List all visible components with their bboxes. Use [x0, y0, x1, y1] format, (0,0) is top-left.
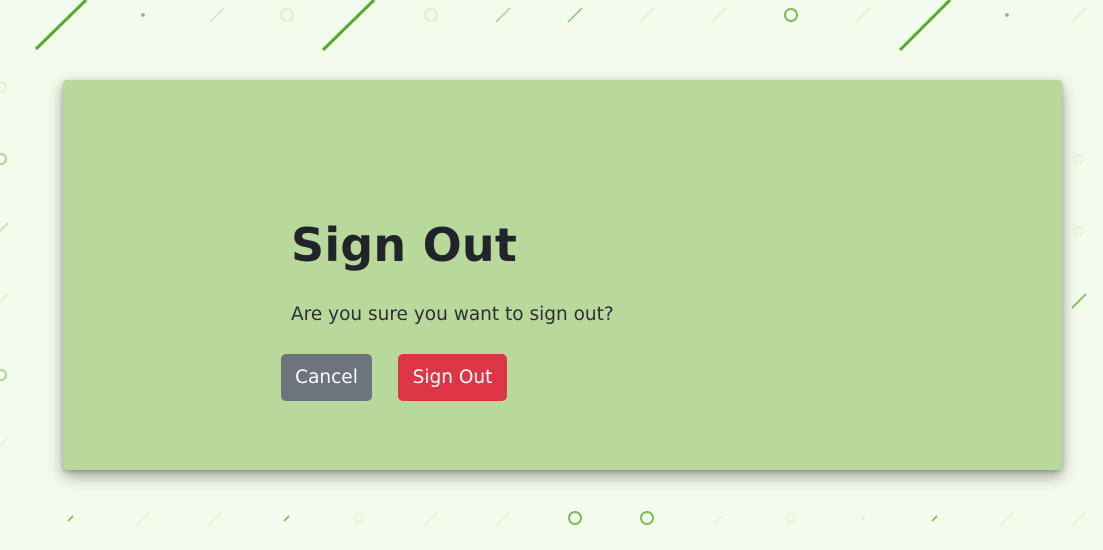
decor-dot — [861, 516, 865, 520]
decor-line — [135, 511, 151, 527]
decor-circle — [786, 513, 796, 523]
decor-line — [713, 515, 723, 525]
decor-line — [1071, 293, 1087, 309]
decor-line — [67, 515, 74, 522]
sign-out-button[interactable]: Sign Out — [398, 354, 507, 401]
decor-circle — [784, 8, 798, 22]
decor-line — [34, 0, 88, 51]
decor-circle — [1074, 226, 1084, 236]
decor-circle — [568, 511, 582, 525]
decor-dot — [141, 13, 145, 17]
cancel-button[interactable]: Cancel — [281, 354, 372, 401]
decor-circle — [424, 8, 438, 22]
decor-line — [711, 7, 727, 23]
decor-circle — [354, 513, 364, 523]
decor-circle — [0, 369, 7, 381]
decor-dot — [1005, 13, 1009, 17]
decor-circle — [1074, 154, 1084, 164]
decor-line — [495, 511, 511, 527]
decor-line — [0, 293, 9, 304]
dialog-message: Are you sure you want to sign out? — [291, 304, 614, 325]
decor-line — [855, 7, 871, 23]
decor-line — [1071, 511, 1087, 527]
dialog-title: Sign Out — [291, 218, 518, 272]
decor-line — [495, 7, 511, 23]
decor-line — [567, 7, 583, 23]
decor-line — [283, 515, 290, 522]
decor-line — [639, 7, 655, 23]
decor-circle — [0, 153, 7, 165]
decor-line — [999, 511, 1015, 527]
decor-line — [931, 515, 938, 522]
decor-line — [1071, 7, 1087, 23]
decor-line — [898, 0, 952, 52]
decor-line — [423, 511, 439, 527]
decor-circle — [640, 511, 654, 525]
decor-circle — [280, 8, 294, 22]
decor-line — [0, 437, 9, 448]
decor-circle — [0, 81, 7, 93]
decor-line — [321, 0, 376, 52]
decor-line — [207, 511, 223, 527]
sign-out-dialog: Sign Out Are you sure you want to sign o… — [63, 80, 1062, 470]
decor-line — [209, 7, 225, 23]
decor-line — [0, 222, 9, 233]
